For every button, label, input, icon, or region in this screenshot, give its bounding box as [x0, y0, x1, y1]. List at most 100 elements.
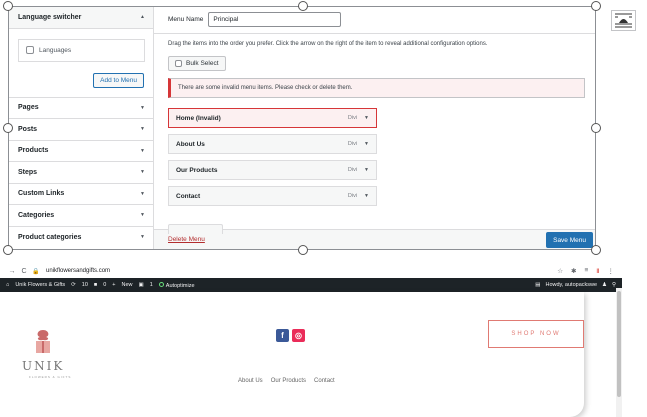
- chevron-down-icon: ▼: [140, 234, 145, 241]
- nav-link-contact[interactable]: Contact: [314, 378, 335, 384]
- divider: [154, 33, 595, 34]
- accordion-title: Steps: [18, 168, 38, 176]
- menu-item-type: Divi: [347, 193, 358, 199]
- updates-count[interactable]: 10: [82, 282, 88, 288]
- accordion-title: Custom Links: [18, 190, 65, 198]
- accordion-product-categories[interactable]: Product categories ▼: [9, 227, 153, 249]
- updates-icon[interactable]: ⟳: [71, 282, 76, 288]
- home-icon[interactable]: ⌂: [6, 282, 9, 288]
- reload-icon[interactable]: C: [18, 268, 30, 275]
- accordion-title: Product categories: [18, 233, 82, 241]
- accordion-posts[interactable]: Posts ▼: [9, 119, 153, 141]
- chevron-up-icon: ▲: [140, 14, 145, 21]
- shop-now-button[interactable]: SHOP NOW: [488, 320, 584, 348]
- reading-list-icon[interactable]: ≡: [585, 267, 589, 275]
- partial-bulk-select-button[interactable]: [168, 224, 223, 234]
- social-links: f ◎: [276, 329, 305, 342]
- accordion-products[interactable]: Products ▼: [9, 141, 153, 162]
- wp-admin-bar: ⌂ Unik Flowers & Gifts ⟳ 10 ■ 0 + New ▣ …: [0, 278, 622, 292]
- menu-item-type: Divi: [347, 141, 358, 147]
- menu-structure-panel: Menu Name Principal Drag the items into …: [154, 7, 595, 249]
- save-menu-button[interactable]: Save Menu: [546, 232, 593, 248]
- menu-item-home[interactable]: Home (Invalid) Divi ▼: [168, 108, 377, 128]
- menu-item-contact[interactable]: Contact Divi ▼: [168, 186, 377, 206]
- site-logo-text[interactable]: UNIK: [22, 359, 64, 373]
- comments-count[interactable]: 0: [103, 282, 106, 288]
- caret-down-icon[interactable]: ▼: [364, 141, 369, 147]
- menu-item-type: Divi: [347, 115, 358, 121]
- howdy-user[interactable]: Howdy, autopackswe: [545, 282, 597, 288]
- resize-handle[interactable]: [3, 123, 13, 133]
- languages-checkbox[interactable]: [26, 46, 34, 54]
- resize-handle[interactable]: [298, 1, 308, 11]
- bulk-select-button[interactable]: Bulk Select: [168, 56, 226, 71]
- accordion-title: Posts: [18, 125, 38, 133]
- status-dot-icon: [158, 281, 164, 287]
- chevron-down-icon: ▼: [140, 104, 145, 111]
- admin-bar-new[interactable]: New: [122, 282, 133, 288]
- admin-bar-right: ▤ Howdy, autopackswe ♟ ⚲: [535, 282, 622, 288]
- resize-handle[interactable]: [298, 245, 308, 255]
- languages-label: Languages: [39, 46, 72, 54]
- nav-link-about-us[interactable]: About Us: [238, 378, 263, 384]
- accordion-title: Language switcher: [18, 13, 82, 21]
- resize-handle[interactable]: [3, 245, 13, 255]
- accordion-steps[interactable]: Steps ▼: [9, 162, 153, 184]
- admin-bar-site-name[interactable]: Unik Flowers & Gifts: [15, 282, 65, 288]
- user-avatar-icon[interactable]: ♟: [602, 282, 607, 288]
- autoptimize-label: Autoptimize: [165, 282, 195, 289]
- menu-editor-frame: Language switcher ▲ Languages Add to Men…: [8, 6, 596, 250]
- caret-down-icon[interactable]: ▼: [364, 167, 369, 173]
- menu-name-label: Menu Name: [168, 16, 204, 23]
- invalid-items-notice: There are some invalid menu items. Pleas…: [168, 78, 585, 98]
- caret-down-icon[interactable]: ▼: [364, 115, 369, 121]
- menu-name-row: Menu Name Principal: [168, 12, 342, 27]
- accordion-custom-links[interactable]: Custom Links ▼: [9, 184, 153, 205]
- accordion-pages[interactable]: Pages ▼: [9, 98, 153, 119]
- profile-icon[interactable]: Ⅱ: [596, 267, 599, 275]
- menu-item-label: Home (Invalid): [176, 114, 221, 122]
- resize-handle[interactable]: [3, 1, 13, 11]
- bookmark-star-icon[interactable]: ☆: [557, 267, 563, 275]
- page-scrollbar[interactable]: [616, 288, 622, 417]
- accordion-title: Categories: [18, 211, 55, 219]
- resize-handle[interactable]: [591, 245, 601, 255]
- chevron-down-icon: ▼: [140, 169, 145, 176]
- plugin-icon[interactable]: ▣: [139, 282, 144, 288]
- add-to-menu-button[interactable]: Add to Menu: [93, 72, 144, 88]
- url-text[interactable]: unikflowersandgifts.com: [46, 268, 110, 274]
- admin-bar-count[interactable]: 1: [150, 282, 153, 288]
- notifications-icon[interactable]: ▤: [535, 282, 540, 288]
- delete-menu-link[interactable]: Delete Menu: [168, 236, 205, 243]
- autoptimize-item[interactable]: Autoptimize: [158, 281, 195, 289]
- plus-icon[interactable]: +: [112, 282, 115, 288]
- menu-item-label: Our Products: [176, 166, 218, 174]
- gift-box-logo-icon[interactable]: [30, 327, 56, 355]
- menu-item-about-us[interactable]: About Us Divi ▼: [168, 134, 377, 154]
- nav-link-our-products[interactable]: Our Products: [271, 378, 306, 384]
- accordion-language-switcher[interactable]: Language switcher ▲: [9, 7, 153, 29]
- resize-handle[interactable]: [591, 1, 601, 11]
- languages-option[interactable]: Languages: [18, 38, 145, 62]
- browser-window: → C 🔒 unikflowersandgifts.com ☆ ✱ ≡ Ⅱ ⋮ …: [0, 264, 622, 417]
- extensions-icon[interactable]: ✱: [571, 267, 576, 275]
- scrollbar-thumb[interactable]: [617, 291, 621, 397]
- accordion-categories[interactable]: Categories ▼: [9, 205, 153, 227]
- site-navigation: About Us Our Products Contact: [238, 378, 335, 384]
- facebook-icon[interactable]: f: [276, 329, 289, 342]
- menu-item-type: Divi: [347, 167, 358, 173]
- language-switcher-panel: Languages Add to Menu: [9, 29, 153, 98]
- menu-item-our-products[interactable]: Our Products Divi ▼: [168, 160, 377, 180]
- back-arrow-icon[interactable]: →: [6, 268, 18, 275]
- more-menu-icon[interactable]: ⋮: [608, 267, 615, 275]
- accordion-title: Pages: [18, 104, 39, 112]
- site-logo-subtitle: FLOWERS & GIFTS: [29, 375, 72, 379]
- menu-name-input[interactable]: Principal: [208, 12, 342, 27]
- lock-icon[interactable]: 🔒: [30, 268, 42, 275]
- instagram-icon[interactable]: ◎: [292, 329, 305, 342]
- wrap-text-layout-icon[interactable]: [611, 10, 636, 31]
- caret-down-icon[interactable]: ▼: [364, 193, 369, 199]
- comments-icon[interactable]: ■: [94, 282, 97, 288]
- resize-handle[interactable]: [591, 123, 601, 133]
- accordion-title: Products: [18, 147, 49, 155]
